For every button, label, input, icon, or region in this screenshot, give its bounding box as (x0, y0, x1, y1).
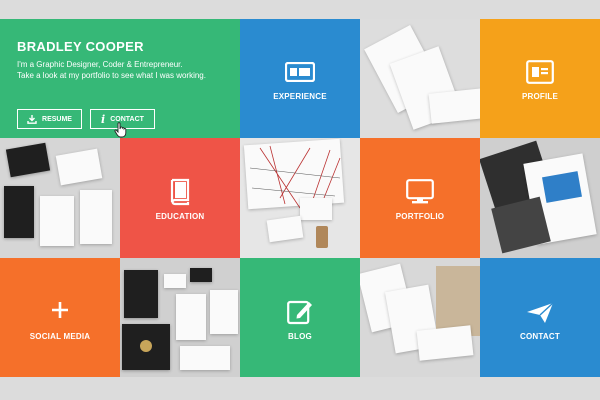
social-media-tile[interactable]: SOCIAL MEDIA (0, 258, 120, 377)
education-tile[interactable]: EDUCATION (120, 138, 240, 258)
black-card (190, 268, 212, 282)
wooden-stamp (316, 226, 328, 248)
edit-icon (287, 300, 312, 325)
hero-tagline-1: I'm a Graphic Designer, Coder & Entrepre… (17, 60, 183, 69)
stationery-photo-5 (360, 258, 480, 377)
experience-tile[interactable]: EXPERIENCE (240, 19, 360, 138)
portfolio-tile[interactable]: PORTFOLIO (360, 138, 480, 258)
hero-tagline-2: Take a look at my portfolio to see what … (17, 71, 206, 80)
white-sheet (176, 294, 206, 340)
business-card (300, 198, 332, 220)
contact-tile[interactable]: CONTACT (480, 258, 600, 377)
resume-button[interactable]: RESUME (17, 109, 82, 129)
profile-tile[interactable]: PROFILE (480, 19, 600, 138)
white-card (180, 346, 230, 370)
blog-tile[interactable]: BLOG (240, 258, 360, 377)
plus-icon (52, 302, 68, 318)
envelope (428, 88, 480, 124)
stationery-photo-1 (360, 19, 480, 138)
black-card (5, 142, 51, 178)
white-card (164, 274, 186, 288)
stationery-photo-3 (240, 138, 360, 258)
profile-card-icon (526, 60, 554, 84)
blog-label: BLOG (288, 332, 312, 341)
stationery-photo-4 (120, 258, 240, 377)
profile-label: PROFILE (521, 92, 559, 101)
gold-emblem (140, 340, 152, 352)
portfolio-label: PORTFOLIO (395, 212, 445, 221)
resume-label: RESUME (42, 115, 72, 123)
stationery-photo-2 (0, 138, 120, 258)
hero-tile: BRADLEY COOPER I'm a Graphic Designer, C… (0, 19, 240, 138)
info-icon: i (101, 112, 106, 126)
business-card (266, 215, 304, 243)
black-card (124, 270, 158, 318)
download-icon (27, 114, 37, 124)
black-folder (4, 186, 34, 238)
id-card-icon (285, 62, 315, 82)
white-sheet (210, 290, 238, 334)
education-label: EDUCATION (155, 212, 205, 221)
hand-cursor-icon (114, 122, 127, 138)
contact-tile-label: CONTACT (520, 332, 560, 341)
experience-label: EXPERIENCE (273, 92, 327, 101)
monitor-icon (406, 179, 434, 204)
white-card (55, 148, 103, 186)
social-media-label: SOCIAL MEDIA (29, 332, 91, 341)
envelope (416, 325, 474, 361)
page: BRADLEY COOPER I'm a Graphic Designer, C… (0, 0, 600, 400)
white-folder (40, 196, 74, 246)
white-sheet (80, 190, 112, 244)
book-icon (170, 178, 190, 206)
brochure-photo (480, 138, 600, 258)
hero-name: BRADLEY COOPER (17, 39, 144, 54)
tile-grid: BRADLEY COOPER I'm a Graphic Designer, C… (0, 19, 600, 377)
paper-plane-icon (527, 302, 554, 323)
